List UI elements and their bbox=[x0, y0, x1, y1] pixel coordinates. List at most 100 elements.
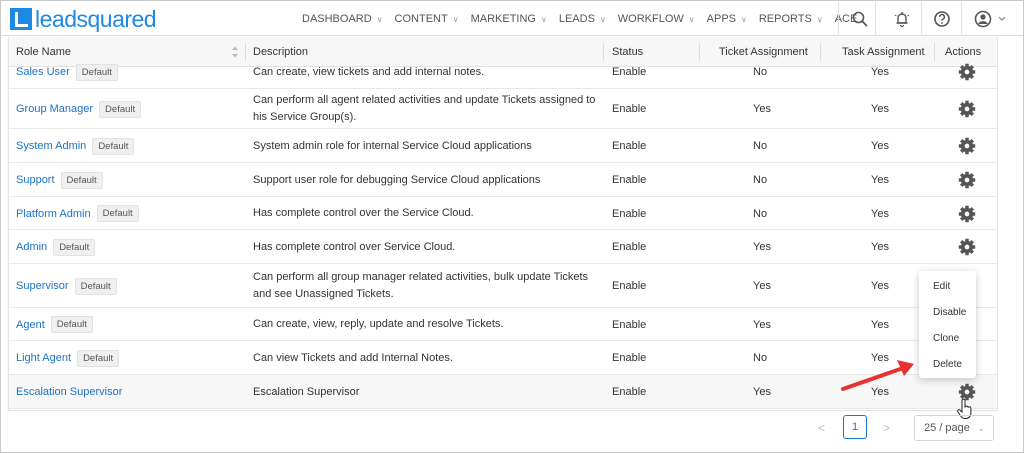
description-cell: Has complete control over the Service Cl… bbox=[253, 207, 474, 219]
page-size-select[interactable]: 25 / page ⌄ bbox=[914, 415, 994, 441]
role-name-link[interactable]: System Admin bbox=[16, 140, 86, 152]
previous-page-button[interactable]: < bbox=[818, 421, 825, 435]
leadsquared-logo[interactable]: leadsquared bbox=[10, 5, 157, 32]
ticket-assignment-cell: Yes bbox=[753, 386, 771, 398]
search-icon[interactable] bbox=[849, 8, 871, 30]
ticket-assignment-cell: Yes bbox=[753, 103, 771, 115]
user-avatar-icon[interactable] bbox=[972, 8, 994, 30]
ticket-assignment-cell: No bbox=[753, 140, 768, 152]
task-assignment-cell: Yes bbox=[871, 241, 889, 253]
default-badge: Default bbox=[77, 349, 120, 367]
role-name-link[interactable]: Platform Admin bbox=[16, 208, 91, 220]
menu-item-disable[interactable]: Disable bbox=[933, 307, 966, 318]
status-cell: Enable bbox=[612, 241, 647, 253]
task-assignment-cell: Yes bbox=[871, 318, 889, 331]
role-name-link[interactable]: Escalation Supervisor bbox=[16, 386, 122, 398]
description-cell: Support user role for debugging Service … bbox=[253, 173, 541, 186]
status-cell: Enable bbox=[612, 103, 647, 115]
default-badge: Default bbox=[96, 205, 139, 222]
nav-item-content[interactable]: CONTENT ∨ bbox=[395, 13, 459, 25]
task-assignment-cell: Yes bbox=[871, 207, 889, 220]
nav-item-label: CONTENT bbox=[394, 13, 448, 25]
chevron-down-icon: ∨ bbox=[599, 14, 606, 24]
role-name-cell: Agent Default bbox=[16, 308, 93, 341]
nav-item-reports[interactable]: REPORTS ∨ bbox=[759, 13, 823, 25]
default-badge: Default bbox=[50, 316, 93, 333]
default-badge: Default bbox=[74, 277, 117, 295]
task-assignment-cell: Yes bbox=[871, 140, 889, 152]
role-name-cell: Light Agent Default bbox=[16, 341, 120, 375]
next-page-button[interactable]: > bbox=[883, 421, 890, 435]
task-assignment-cell: Yes bbox=[871, 174, 889, 186]
ticket-assignment-cell: Yes bbox=[753, 318, 771, 331]
gear-icon[interactable] bbox=[958, 137, 976, 155]
gear-icon[interactable] bbox=[958, 171, 976, 189]
role-name-cell: Sales User Default bbox=[16, 55, 118, 89]
role-name-cell: Escalation Supervisor bbox=[16, 375, 122, 409]
logo-mark-icon bbox=[10, 8, 32, 30]
status-cell: Enable bbox=[612, 140, 647, 152]
gear-icon[interactable] bbox=[958, 100, 976, 118]
role-name-link[interactable]: Sales User bbox=[16, 66, 70, 78]
task-assignment-cell: Yes bbox=[871, 386, 889, 398]
description-cell: System admin role for internal Service C… bbox=[253, 139, 532, 152]
chevron-down-icon: ∨ bbox=[540, 14, 547, 24]
description-cell: Can perform all agent related activities… bbox=[253, 94, 596, 123]
status-cell: Enable bbox=[612, 318, 647, 331]
default-badge: Default bbox=[75, 63, 118, 81]
current-page-button[interactable]: 1 bbox=[843, 415, 867, 439]
gear-icon[interactable] bbox=[958, 63, 976, 81]
bell-icon[interactable] bbox=[891, 8, 913, 30]
table-row: System Admin Default System admin role for… bbox=[9, 129, 997, 163]
role-name-cell: Platform Admin Default bbox=[16, 197, 139, 230]
role-name-link[interactable]: Light Agent bbox=[16, 352, 71, 364]
gear-icon[interactable] bbox=[958, 205, 976, 223]
action-dropdown-menu: Edit Disable Clone Delete bbox=[919, 271, 976, 378]
ticket-assignment-cell: No bbox=[753, 174, 768, 186]
role-name-cell: System Admin Default bbox=[16, 129, 135, 163]
nav-item-dashboard[interactable]: DASHBOARD ∨ bbox=[302, 13, 383, 25]
main-menu: DASHBOARD ∨ CONTENT ∨ MARKETING ∨ LEADS ∨ WORKFL… bbox=[302, 2, 869, 36]
task-assignment-cell: Yes bbox=[871, 103, 889, 115]
description-cell: Escalation Supervisor bbox=[253, 385, 360, 398]
status-cell: Enable bbox=[612, 207, 647, 220]
default-badge: Default bbox=[53, 238, 96, 256]
nav-item-workflow[interactable]: WORKFLOW ∨ bbox=[618, 13, 695, 25]
chevron-down-icon: ∨ bbox=[452, 14, 459, 24]
role-name-cell: Supervisor Default bbox=[16, 264, 117, 308]
menu-item-clone[interactable]: Clone bbox=[933, 333, 959, 344]
chevron-down-icon: ∨ bbox=[376, 14, 383, 24]
role-name-link[interactable]: Admin bbox=[16, 241, 47, 253]
page-size-value: 25 / page bbox=[924, 422, 970, 434]
menu-item-delete[interactable]: Delete bbox=[933, 359, 962, 370]
ticket-assignment-cell: Yes bbox=[753, 280, 771, 292]
role-name-link[interactable]: Support bbox=[16, 174, 55, 186]
description-cell: Can view Tickets and add Internal Notes. bbox=[253, 351, 453, 364]
app-window: leadsquared DASHBOARD ∨ CONTENT ∨ MARKETING ∨… bbox=[0, 0, 1024, 453]
table-row: Escalation Supervisor Escalation Supervis… bbox=[9, 375, 997, 409]
nav-item-label: DASHBOARD bbox=[302, 13, 372, 25]
nav-item-leads[interactable]: LEADS ∨ bbox=[559, 13, 606, 25]
table-row: Light Agent Default Can view Tickets and a… bbox=[9, 341, 997, 375]
nav-item-label: MARKETING bbox=[470, 13, 536, 25]
chevron-down-icon: ⌄ bbox=[977, 423, 985, 433]
role-name-cell: Group Manager Default bbox=[16, 89, 142, 129]
status-cell: Enable bbox=[612, 352, 647, 364]
nav-item-apps[interactable]: APPS ∨ bbox=[707, 13, 747, 25]
default-badge: Default bbox=[60, 171, 103, 189]
description-cell: Can perform all group manager related ac… bbox=[253, 271, 589, 300]
role-name-cell: Support Default bbox=[16, 163, 103, 197]
task-assignment-cell: Yes bbox=[871, 280, 889, 292]
role-name-link[interactable]: Group Manager bbox=[16, 103, 93, 115]
chevron-down-icon[interactable] bbox=[998, 16, 1006, 22]
chevron-down-icon: ∨ bbox=[741, 14, 747, 24]
role-name-link[interactable]: Supervisor bbox=[16, 280, 69, 292]
logo-text: leadsquared bbox=[35, 5, 157, 32]
menu-item-edit[interactable]: Edit bbox=[933, 281, 950, 292]
nav-item-marketing[interactable]: MARKETING ∨ bbox=[471, 13, 547, 25]
help-icon[interactable] bbox=[931, 8, 953, 30]
role-name-link[interactable]: Agent bbox=[16, 319, 45, 331]
gear-icon[interactable] bbox=[958, 238, 976, 256]
default-badge: Default bbox=[92, 137, 135, 155]
task-assignment-cell: Yes bbox=[871, 352, 889, 364]
